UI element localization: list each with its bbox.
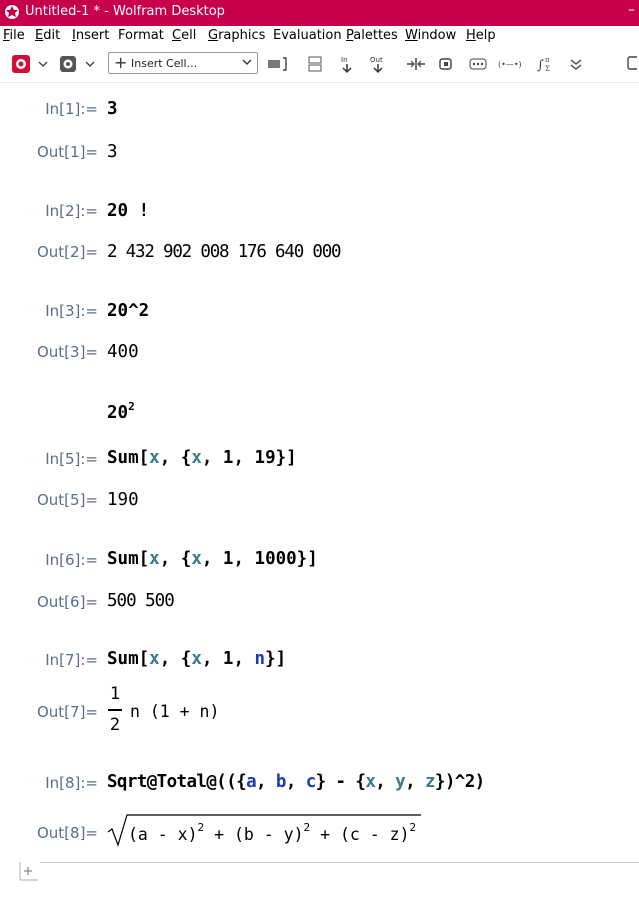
gear-icon <box>60 56 76 72</box>
minimize-button[interactable]: – <box>628 2 635 18</box>
in-label: In[2]:= <box>45 202 98 220</box>
in-label: In[7]:= <box>45 651 98 669</box>
out-label: Out[3]= <box>36 343 98 361</box>
wolfram-logo-icon <box>5 5 19 19</box>
menu-format[interactable]: Format <box>118 28 164 43</box>
plus-icon: + <box>114 53 128 72</box>
divide-cell-icon[interactable] <box>404 52 428 76</box>
out-label: Out[6]= <box>36 593 98 611</box>
fraction-denominator: 2 <box>109 715 121 735</box>
output-value[interactable]: n (1 + n) <box>130 702 219 721</box>
in-label: In[5]:= <box>45 450 98 468</box>
menu-window[interactable]: Window <box>405 28 456 43</box>
svg-text:∫: ∫ <box>537 58 544 73</box>
in-label: In[3]:= <box>45 302 98 320</box>
add-cell-icon[interactable] <box>18 862 40 882</box>
menu-graphics[interactable]: Graphics <box>208 28 265 43</box>
output-cell-icon[interactable]: Out <box>366 52 390 76</box>
in-label: In[1]:= <box>45 100 98 118</box>
input-code[interactable]: 20 ! <box>107 201 149 221</box>
svg-text:Out: Out <box>370 56 383 64</box>
input-code[interactable]: 3 <box>107 99 118 119</box>
input-code[interactable]: Sum[x, {x, 1, 1000}] <box>107 549 318 569</box>
chat-icon[interactable] <box>626 52 639 76</box>
input-code[interactable]: 20^2 <box>107 301 149 321</box>
svg-text:Σ: Σ <box>545 65 550 73</box>
output-value[interactable]: 190 <box>107 490 139 510</box>
in-label: In[6]:= <box>45 551 98 569</box>
output-value[interactable]: 500 500 <box>107 591 175 611</box>
menu-bar: File Edit Insert Format Cell Graphics Ev… <box>0 26 639 46</box>
output-value[interactable]: 3 <box>107 142 118 162</box>
out-label: Out[1]= <box>36 143 98 161</box>
title-bar: Untitled-1 * - Wolfram Desktop – <box>0 0 639 26</box>
menu-file[interactable]: File <box>3 28 25 43</box>
unevaluated-power-input[interactable]: 202 <box>107 400 135 423</box>
out-label: Out[7]= <box>36 703 98 721</box>
chevron-down-icon[interactable] <box>83 52 97 76</box>
cell-insertion-line[interactable] <box>40 862 639 863</box>
expand-toolbar-icon[interactable] <box>566 52 586 76</box>
output-value[interactable]: 2 432 902 008 176 640 000 <box>107 242 342 262</box>
window-title: Untitled-1 * - Wolfram Desktop <box>25 4 225 19</box>
chevron-down-icon[interactable] <box>36 52 50 76</box>
out-label: Out[2]= <box>36 243 98 261</box>
toolbar: In Out (•—•) ∫ π Σ <box>0 46 639 83</box>
menu-palettes[interactable]: Palettes <box>346 28 398 43</box>
group-cells-icon[interactable] <box>305 52 325 76</box>
menu-evaluation[interactable]: Evaluation <box>273 28 342 43</box>
input-code[interactable]: Sum[x, {x, 1, n}] <box>107 649 286 669</box>
in-label: In[8]:= <box>45 774 98 792</box>
abort-button[interactable] <box>56 52 80 76</box>
menu-help[interactable]: Help <box>466 28 496 43</box>
template-icon[interactable]: (•—•) <box>496 52 522 76</box>
menu-cell[interactable]: Cell <box>172 28 196 43</box>
notebook[interactable]: In[1]:= 3 Out[1]= 3 In[2]:= 20 ! Out[2]=… <box>0 82 639 900</box>
output-value[interactable]: (a - x)2 + (b - y)2 + (c - z)2 <box>128 821 416 844</box>
menu-edit[interactable]: Edit <box>35 28 60 43</box>
chevron-down-icon <box>242 59 252 65</box>
cell-bracket-icon[interactable] <box>265 52 289 76</box>
output-value[interactable]: 400 <box>107 342 139 362</box>
selection-icon[interactable] <box>435 52 457 76</box>
menu-insert[interactable]: Insert <box>72 28 109 43</box>
insert-cell-dropdown[interactable]: + Insert Cell... <box>108 52 258 74</box>
out-label: Out[5]= <box>36 491 98 509</box>
fraction-bar <box>108 709 122 711</box>
wolfram-gear-icon <box>12 55 30 73</box>
math-palette-icon[interactable]: ∫ π Σ <box>535 52 557 76</box>
more-icon[interactable] <box>467 52 489 76</box>
input-code[interactable]: Sum[x, {x, 1, 19}] <box>107 448 297 468</box>
out-label: Out[8]= <box>36 824 98 842</box>
svg-text:In: In <box>341 56 348 64</box>
svg-text:π: π <box>545 56 550 64</box>
fraction-numerator: 1 <box>109 684 121 704</box>
svg-text:(•—•): (•—•) <box>498 60 521 69</box>
input-cell-icon[interactable]: In <box>335 52 359 76</box>
evaluate-button[interactable] <box>8 52 34 76</box>
input-code[interactable]: Sqrt@Total@(({a, b, c} - {x, y, z})^2) <box>107 772 485 792</box>
